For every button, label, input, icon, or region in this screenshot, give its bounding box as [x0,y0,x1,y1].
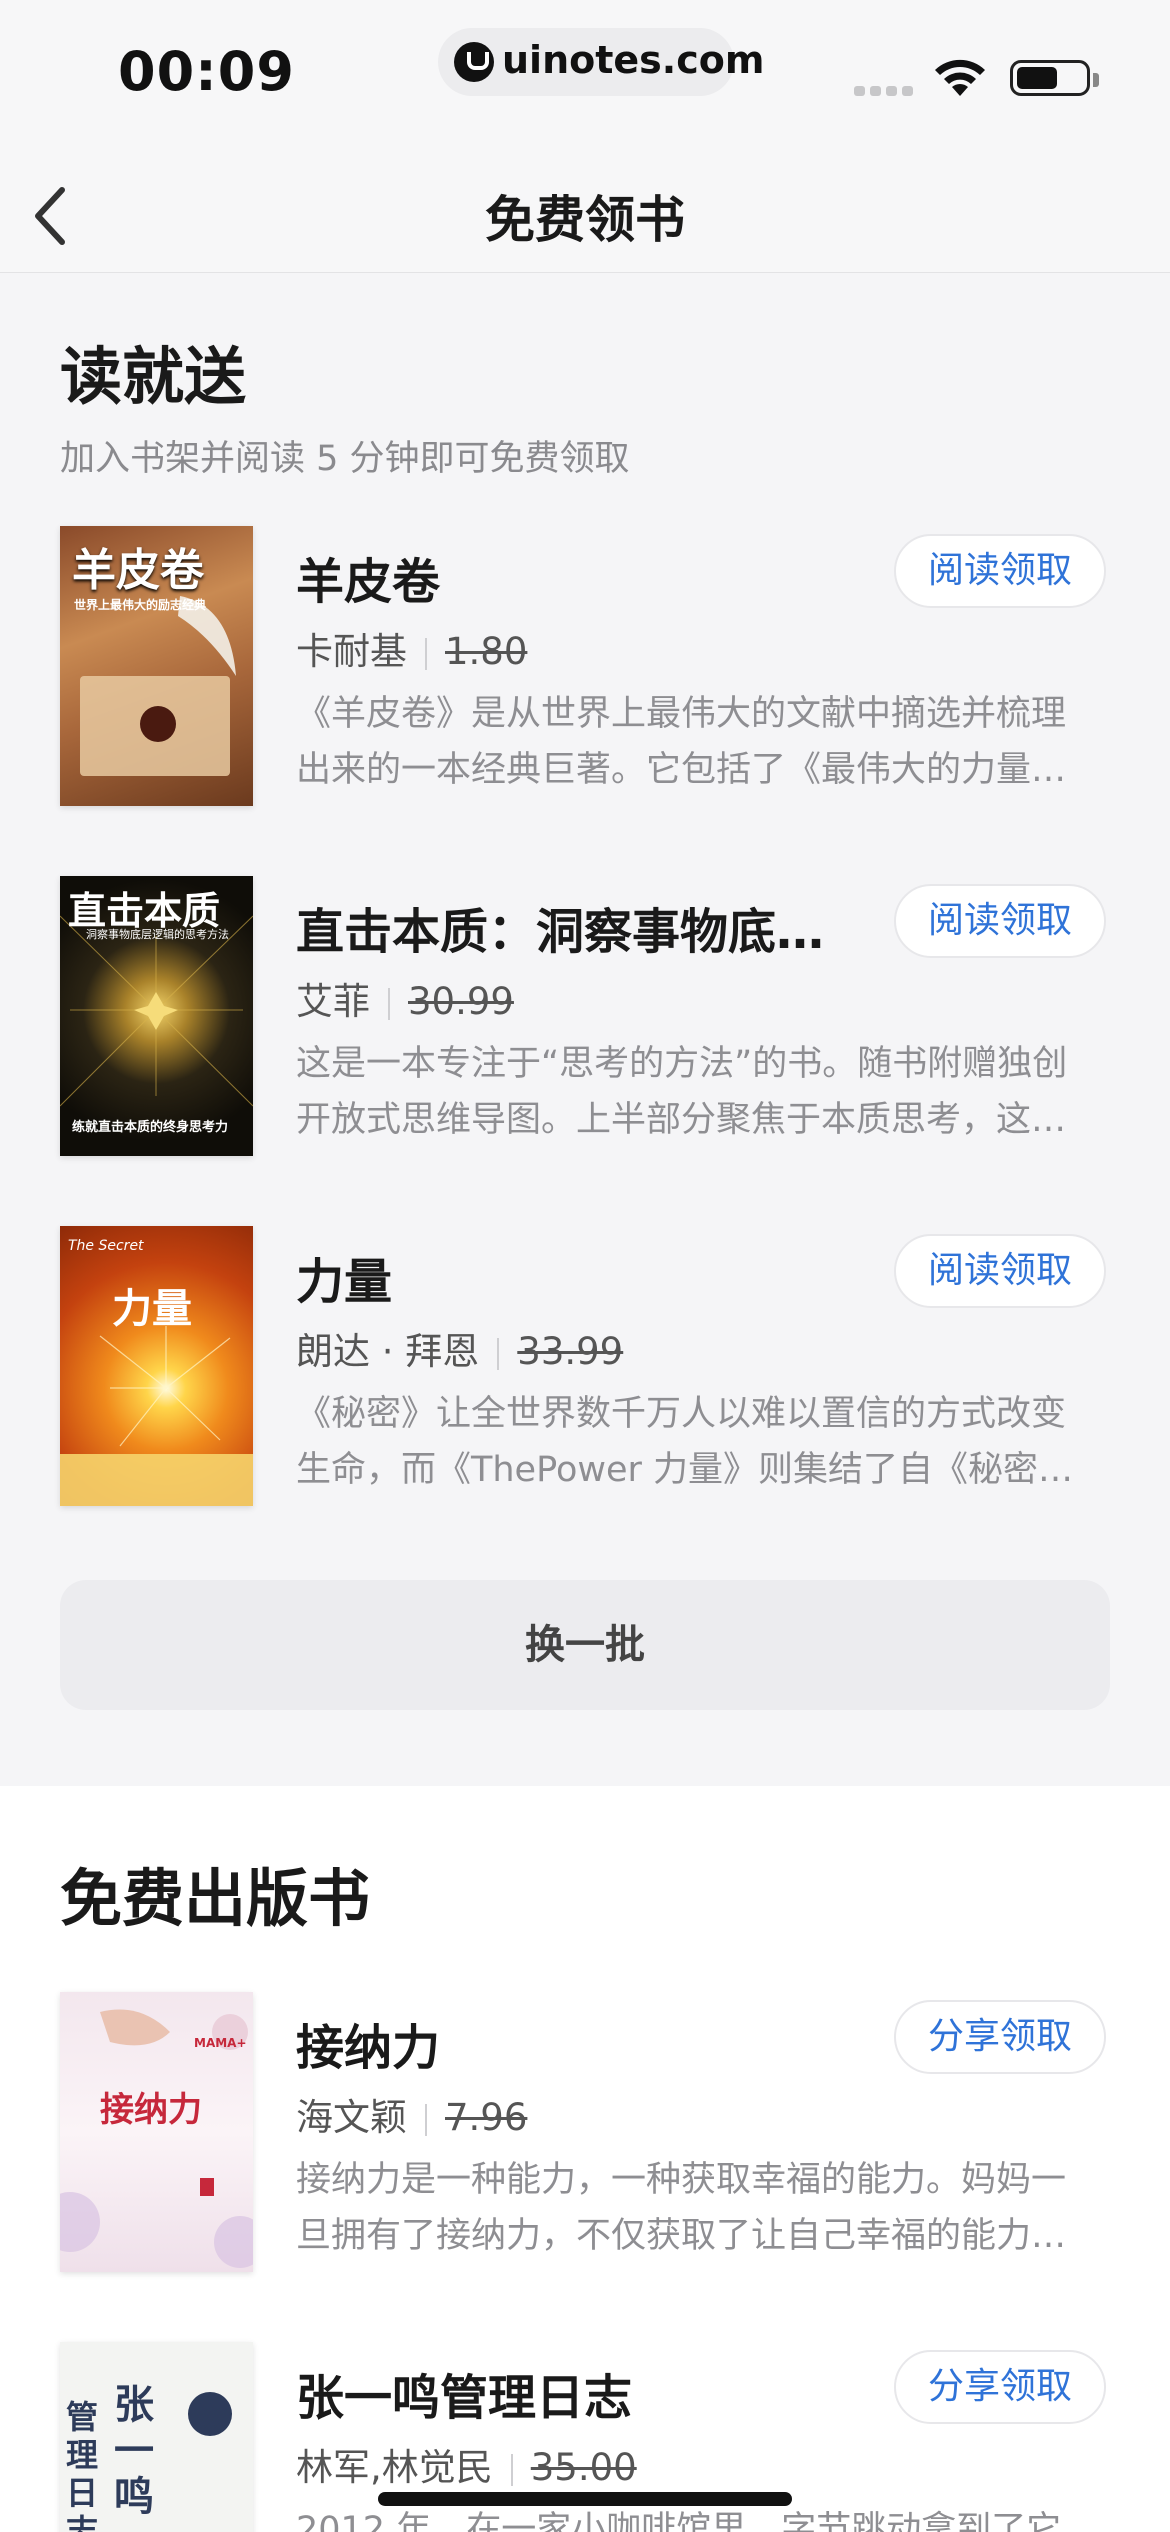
book-price: 1.80 [445,630,528,673]
free-publish-section: 免费出版书 MAMA+ 接纳力 接纳力 海文颖 7.96 接纳力是一种能力，一种获… [0,1786,1170,2532]
book-item[interactable]: MAMA+ 接纳力 接纳力 海文颖 7.96 接纳力是一种能力，一种获取幸福的能力… [0,1992,1170,2274]
status-bar: 00:09 uinotes.com [0,0,1170,160]
cover-art [60,2009,253,2268]
description-line: 《羊皮卷》是从世界上最伟大的文献中摘选并梳理 [296,694,1067,734]
book-meta: 海文颖 7.96 [296,2087,527,2141]
cover-title: 力量 [112,1286,192,1332]
book-cover[interactable]: 张一鸣 管理日志 [60,2342,253,2532]
cover-subtitle: 洞察事物底层逻辑的思考方法 [86,928,229,941]
read-claim-button[interactable]: 阅读领取 [894,1234,1106,1308]
share-claim-button[interactable]: 分享领取 [894,2000,1106,2074]
page-title: 免费领书 [485,191,685,249]
description-line: 接纳力是一种能力，一种获取幸福的能力。妈妈一 [296,2160,1067,2200]
cover-title: 羊皮卷 [72,545,204,596]
cover-tagline: 练就直击本质的终身思考力 [72,1120,229,1135]
book-author: 林军,林觉民 [296,2446,493,2489]
book-title: 羊皮卷 [296,554,441,610]
book-cover[interactable]: The Secret 力量 [60,1226,253,1506]
status-time: 00:09 [118,40,295,103]
battery-icon [1010,60,1099,96]
cover-art [60,1326,253,1506]
section-title: 免费出版书 [60,1862,371,1935]
cover-badge: MAMA+ [194,2036,247,2050]
description-line: 2012 年，在一家小咖啡馆里，字节跳动拿到了它 [296,2510,1062,2532]
refresh-batch-button[interactable]: 换一批 [60,1580,1110,1710]
book-description: 接纳力是一种能力，一种获取幸福的能力。妈妈一 旦拥有了接纳力，不仅获取了让自己幸… [296,2152,1106,2264]
url-pill[interactable]: uinotes.com [438,28,764,96]
meta-divider [497,1337,500,1370]
book-cover[interactable]: 直击本质 洞察事物底层逻辑的思考方法 练就直击本质的终身思考力 [60,876,253,1156]
cover-title: 张一鸣 [114,2381,154,2520]
book-meta: 林军,林觉民 35.00 [296,2437,637,2491]
home-indicator [378,2492,792,2506]
cover-subtitle: 管理日志 [66,2398,99,2532]
book-title: 直击本质：洞察事物底… [296,904,825,960]
book-price: 7.96 [445,2096,528,2139]
description-line: 这是一本专注于“思考的方法”的书。随书附赠独创 [296,1044,1068,1084]
description-line: 开放式思维导图。上半部分聚焦于本质思考，这… [296,1100,1067,1140]
book-author: 朗达 · 拜恩 [296,1330,480,1373]
book-cover[interactable]: MAMA+ 接纳力 [60,1992,253,2272]
book-description: 这是一本专注于“思考的方法”的书。随书附赠独创 开放式思维导图。上半部分聚焦于本… [296,1036,1106,1148]
book-price: 33.99 [517,1330,624,1373]
book-item[interactable]: 直击本质 洞察事物底层逻辑的思考方法 练就直击本质的终身思考力 直击本质：洞察事… [0,876,1170,1158]
description-line: 旦拥有了接纳力，不仅获取了让自己幸福的能力… [296,2216,1067,2256]
book-author: 卡耐基 [296,630,407,673]
book-cover[interactable]: 羊皮卷 世界上最伟大的励志经典 [60,526,253,806]
cover-badge: The Secret [68,1238,144,1254]
meta-divider [510,2453,513,2486]
site-logo-icon [454,42,494,82]
book-title: 接纳力 [296,2020,441,2076]
meta-divider [425,2103,427,2136]
book-meta: 艾菲 30.99 [296,971,514,1025]
share-claim-button[interactable]: 分享领取 [894,2350,1106,2424]
book-author: 海文颖 [296,2096,407,2139]
read-to-get-section: 读就送 加入书架并阅读 5 分钟即可免费领取 羊皮卷 世界上最伟大的励志经典 羊… [0,274,1170,1786]
book-item[interactable]: The Secret 力量 力量 朗达 · 拜恩 33.99 《秘密》让全世界数千… [0,1226,1170,1508]
book-meta: 卡耐基 1.80 [296,621,527,675]
book-item[interactable]: 羊皮卷 世界上最伟大的励志经典 羊皮卷 卡耐基 1.80 《羊皮卷》是从世界上最伟… [0,526,1170,808]
cover-title: 接纳力 [100,2090,202,2130]
book-description: 《羊皮卷》是从世界上最伟大的文献中摘选并梳理 出来的一本经典巨著。它包括了《最伟… [296,686,1106,798]
book-title: 张一鸣管理日志 [296,2370,633,2426]
description-line: 生命，而《ThePower 力量》则集结了自《秘密… [296,1450,1074,1490]
description-line: 《秘密》让全世界数千万人以难以置信的方式改变 [296,1394,1067,1434]
cellular-signal-icon [854,86,914,96]
meta-divider [388,987,390,1020]
read-claim-button[interactable]: 阅读领取 [894,884,1106,958]
book-price: 30.99 [408,980,514,1023]
section-subtitle: 加入书架并阅读 5 分钟即可免费领取 [60,439,630,479]
nav-bar: 免费领书 [0,160,1170,273]
book-meta: 朗达 · 拜恩 33.99 [296,1321,623,1375]
description-line: 出来的一本经典巨著。它包括了《最伟大的力量… [296,750,1067,790]
book-title: 力量 [296,1254,393,1310]
book-description: 《秘密》让全世界数千万人以难以置信的方式改变 生命，而《ThePower 力量》… [296,1386,1106,1498]
book-description: 2012 年，在一家小咖啡馆里，字节跳动拿到了它 [296,2502,1106,2532]
read-claim-button[interactable]: 阅读领取 [894,534,1106,608]
book-author: 艾菲 [296,980,370,1023]
cover-subtitle: 世界上最伟大的励志经典 [74,598,207,612]
book-price: 35.00 [530,2446,637,2489]
section-title: 读就送 [60,340,247,413]
meta-divider [425,637,427,670]
url-text: uinotes.com [502,38,765,82]
wifi-icon [935,59,985,96]
